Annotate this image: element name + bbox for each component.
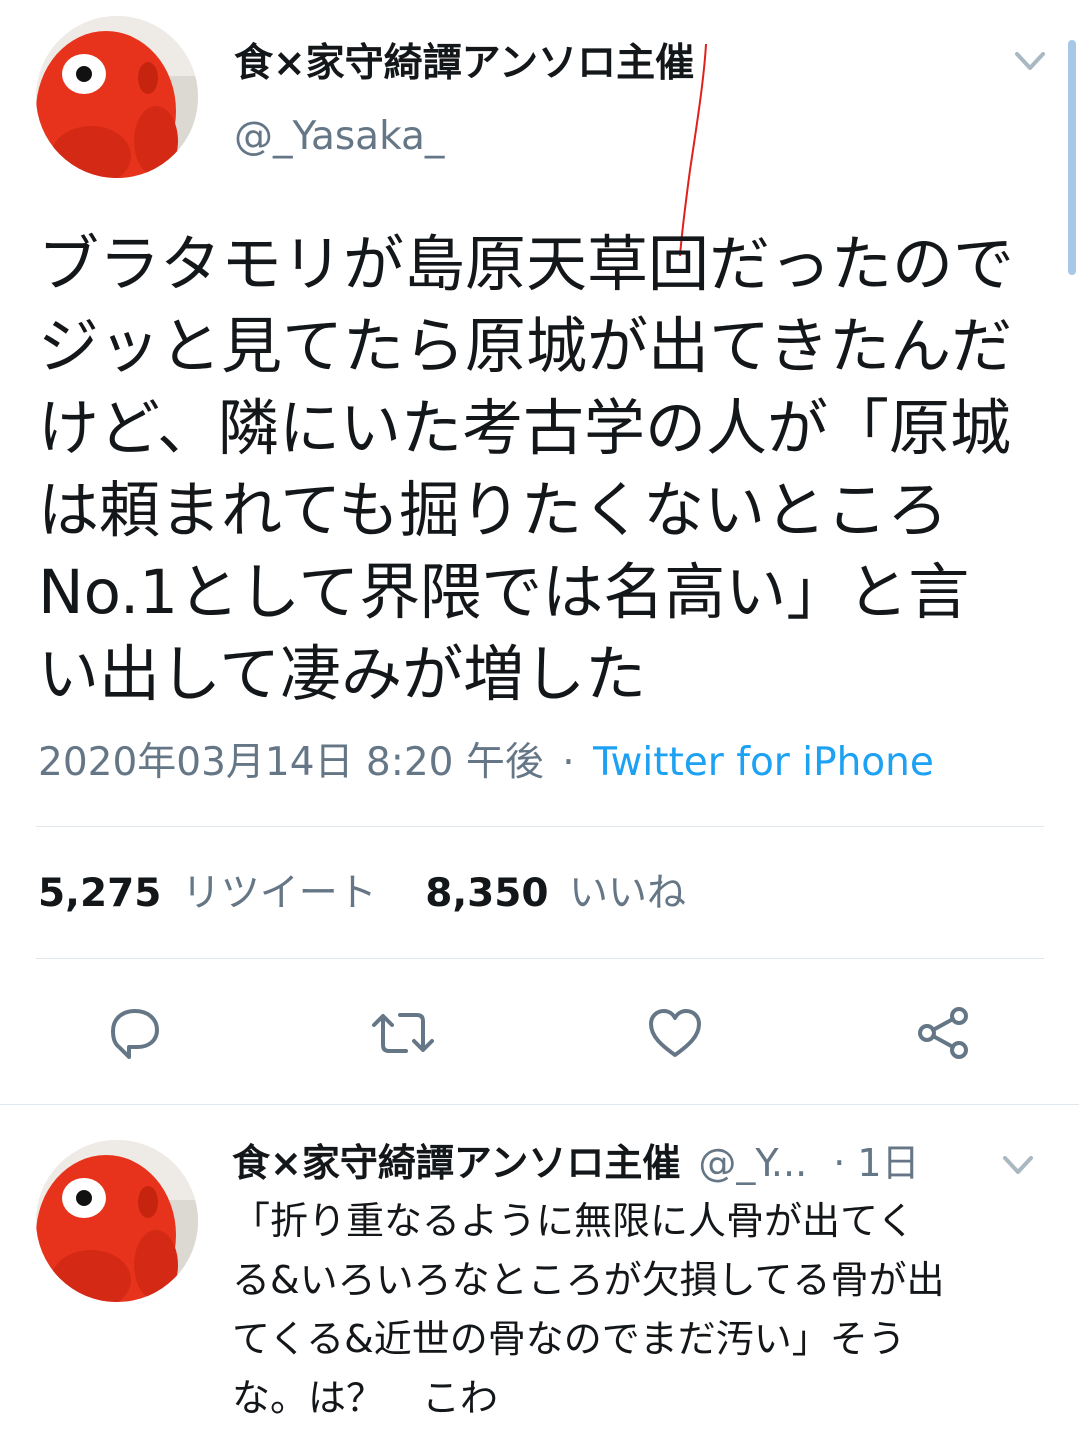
retweet-icon (372, 1013, 434, 1053)
likes-count: 8,350 (425, 871, 549, 916)
divider (36, 826, 1044, 827)
reply-button[interactable] (100, 998, 170, 1068)
tweet-text: ブラタモリが島原天草回だったので ジッと見てたら原城が出てきたんだ けど、隣にい… (38, 224, 1068, 716)
author-handle[interactable]: @_Yasaka_ (234, 113, 444, 161)
divider (36, 958, 1044, 959)
like-button[interactable] (640, 998, 710, 1068)
reply-menu-chevron-icon[interactable] (998, 1148, 1038, 1182)
scrollbar[interactable] (1068, 40, 1076, 275)
retweets-stat[interactable]: 5,275 リツイート (38, 871, 389, 916)
tweet-meta: 2020年03月14日 8:20 午後 · Twitter for iPhone (38, 738, 934, 788)
tweet-source-link[interactable]: Twitter for iPhone (593, 740, 934, 785)
reply-display-name[interactable]: 食×家守綺譚アンソロ主催 (232, 1141, 680, 1185)
reply-handle[interactable]: @_Y... (698, 1141, 807, 1185)
share-icon (918, 1007, 968, 1059)
author-display-name[interactable]: 食×家守綺譚アンソロ主催 (234, 38, 694, 90)
reply-text-line: な。は？ こわ (232, 1376, 499, 1420)
share-button[interactable] (908, 998, 978, 1068)
tweet-timestamp[interactable]: 2020年03月14日 8:20 午後 (38, 740, 544, 785)
tweet-text-line: ブラタモリが島原天草回だったので (38, 229, 1015, 300)
red-plush-avatar-image (36, 16, 198, 178)
tweet-text-line: い出して凄みが増した (38, 639, 647, 710)
tweet-text-line: けど、隣にいた考古学の人が「原城 (38, 393, 1011, 464)
retweets-count: 5,275 (38, 871, 162, 916)
divider (0, 1104, 1079, 1105)
reply-header: 食×家守綺譚アンソロ主催 @_Y... · 1日 (232, 1138, 920, 1188)
meta-separator: · (562, 740, 575, 785)
tweet-menu-chevron-icon[interactable] (1010, 44, 1050, 78)
tweet-text-line: は頼まれても掘りたくないところ (38, 475, 949, 546)
reply-author-avatar[interactable] (36, 1140, 198, 1302)
retweets-label: リツイート (181, 871, 377, 916)
reply-text-line: る&いろいろなところが欠損してる骨が出 (232, 1258, 945, 1302)
reply-text: 「折り重なるように無限に人骨が出てく る&いろいろなところが欠損してる骨が出 て… (232, 1192, 1072, 1428)
reply-age[interactable]: · 1日 (833, 1141, 919, 1185)
likes-label: いいね (568, 871, 686, 916)
reply-icon (111, 1009, 159, 1059)
reply-text-line: てくる&近世の骨なのでまだ汚い」そう (232, 1317, 906, 1361)
author-avatar[interactable] (36, 16, 198, 178)
red-plush-avatar-image (36, 1140, 198, 1302)
retweet-button[interactable] (368, 998, 438, 1068)
likes-stat[interactable]: 8,350 いいね (425, 871, 686, 916)
tweet-text-line: ジッと見てたら原城が出てきたんだ (38, 311, 1013, 382)
tweet-text-line: No.1として界隈では名高い」と言 (38, 557, 970, 628)
tweet-stats: 5,275 リツイート 8,350 いいね (38, 868, 686, 920)
heart-icon (649, 1009, 701, 1057)
reply-text-line: 「折り重なるように無限に人骨が出てく (232, 1199, 915, 1243)
